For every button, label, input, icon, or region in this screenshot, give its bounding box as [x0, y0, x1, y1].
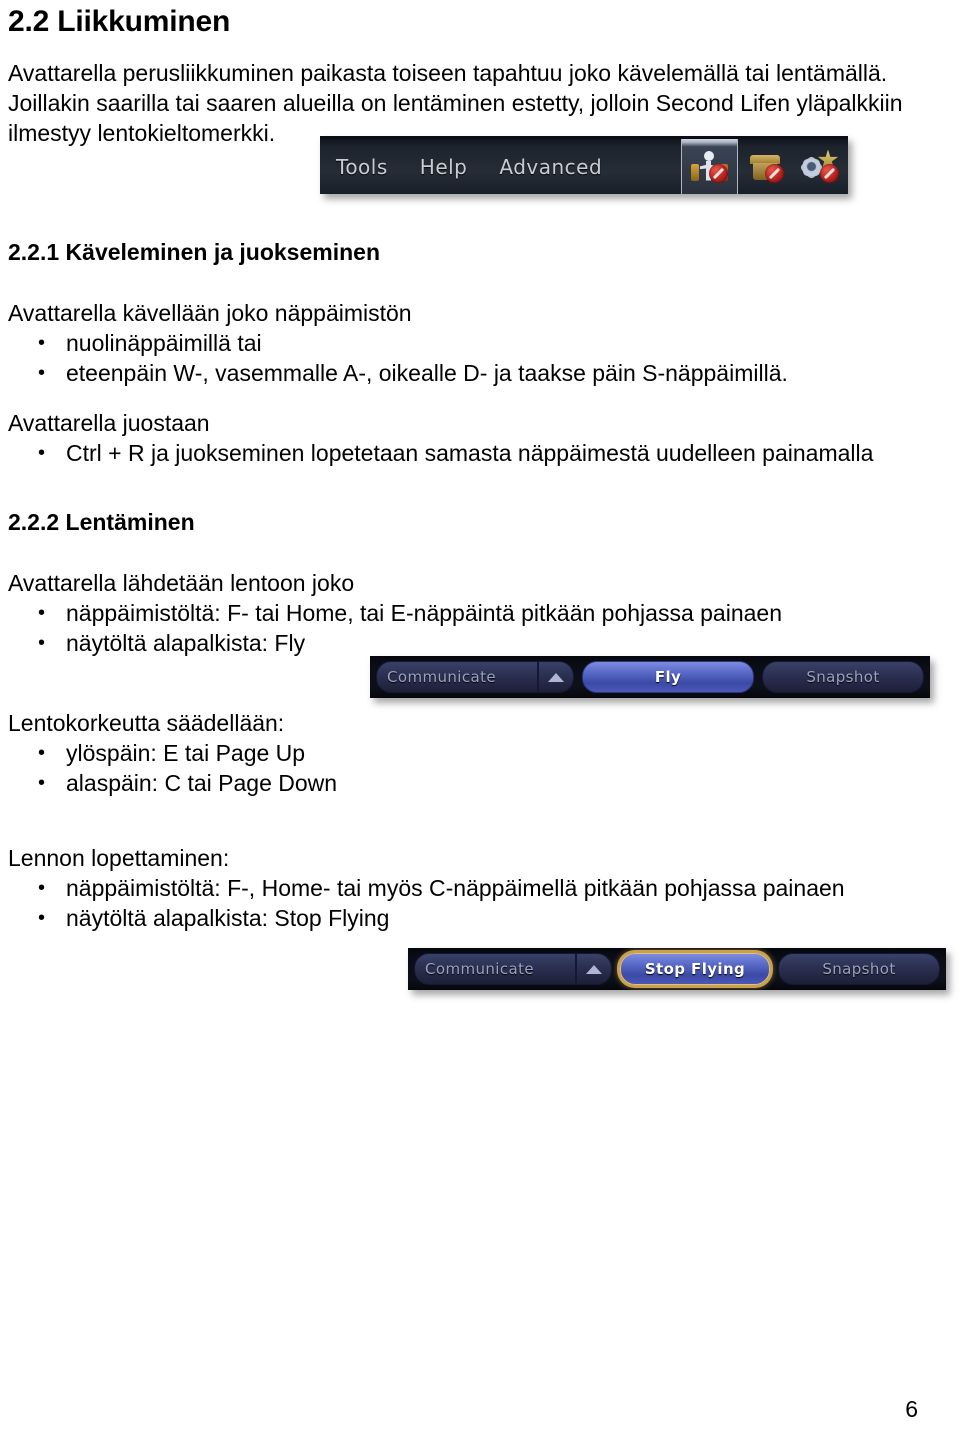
snapshot-button[interactable]: Snapshot — [778, 953, 940, 985]
list-item: • ylöspäin: E tai Page Up — [28, 738, 337, 768]
list-item: • eteenpäin W-, vasemmalle A-, oikealle … — [28, 358, 788, 388]
list-item-label: ylöspäin: E tai Page Up — [66, 740, 306, 766]
list-item: • näytöltä alapalkista: Fly — [28, 628, 782, 658]
flying-start-list: • näppäimistöltä: F- tai Home, tai E-näp… — [28, 598, 782, 658]
page-number: 6 — [905, 1396, 918, 1422]
list-item-label: eteenpäin W-, vasemmalle A-, oikealle D-… — [66, 360, 788, 386]
list-item-label: näytöltä alapalkista: Fly — [66, 630, 306, 656]
menu-item-tools[interactable]: Tools — [320, 155, 404, 179]
running-keys-list: • Ctrl + R ja juokseminen lopetetaan sam… — [28, 438, 873, 468]
list-item: • näppäimistöltä: F-, Home- tai myös C-n… — [28, 873, 845, 903]
altitude-lead-in: Lentokorkeutta säädellään: — [8, 710, 285, 736]
menu-item-help[interactable]: Help — [404, 155, 484, 179]
bullet-icon: • — [38, 742, 46, 764]
avatar-glyph — [690, 150, 730, 184]
screenshot-bottombar-fly: Communicate Fly Snapshot — [370, 656, 930, 698]
list-item-label: näppäimistöltä: F-, Home- tai myös C-näp… — [66, 875, 845, 901]
chevron-up-icon — [548, 672, 564, 682]
bullet-icon: • — [38, 442, 46, 464]
altitude-list: • ylöspäin: E tai Page Up • alaspäin: C … — [28, 738, 337, 798]
list-item: • alaspäin: C tai Page Down — [28, 768, 337, 798]
communicate-expand-arrow-icon[interactable] — [538, 661, 574, 693]
bullet-icon: • — [38, 362, 46, 384]
list-item-label: näytöltä alapalkista: Stop Flying — [66, 905, 390, 931]
stop-flying-list: • näppäimistöltä: F-, Home- tai myös C-n… — [28, 873, 845, 933]
communicate-expand-arrow-icon[interactable] — [576, 953, 612, 985]
list-item-label: Ctrl + R ja juokseminen lopetetaan samas… — [66, 440, 874, 466]
snapshot-button[interactable]: Snapshot — [762, 661, 924, 693]
communicate-button[interactable]: Communicate — [376, 661, 538, 693]
intro-paragraph: Avattarella perusliikkuminen paikasta to… — [8, 60, 903, 146]
walking-keys-list: • nuolinäppäimillä tai • eteenpäin W-, v… — [28, 328, 788, 388]
walking-lead-in: Avattarella kävellään joko näppäimistön — [8, 300, 412, 326]
bullet-icon: • — [38, 877, 46, 899]
screenshot-menubar: Tools Help Advanced — [320, 136, 848, 194]
bullet-icon: • — [38, 332, 46, 354]
box-glyph — [746, 150, 786, 184]
bullet-icon: • — [38, 632, 46, 654]
fly-button[interactable]: Fly — [582, 661, 754, 693]
flying-start-lead-in: Avattarella lähdetään lentoon joko — [8, 570, 355, 596]
communicate-button[interactable]: Communicate — [414, 953, 576, 985]
chevron-up-icon — [586, 964, 602, 974]
gear-star-glyph — [801, 149, 841, 184]
list-item: • nuolinäppäimillä tai — [28, 328, 788, 358]
screenshot-bottombar-stop-flying: Communicate Stop Flying Snapshot — [408, 948, 946, 990]
list-item: • Ctrl + R ja juokseminen lopetetaan sam… — [28, 438, 873, 468]
section-heading-walking: 2.2.1 Käveleminen ja juokseminen — [8, 239, 380, 265]
list-item-label: näppäimistöltä: F- tai Home, tai E-näppä… — [66, 600, 782, 626]
page-title: 2.2 Liikkuminen — [8, 5, 231, 38]
prohibited-badge-icon — [764, 163, 784, 183]
stop-flying-button[interactable]: Stop Flying — [620, 953, 770, 985]
bullet-icon: • — [38, 602, 46, 624]
no-script-icon[interactable] — [793, 139, 848, 194]
prohibited-badge-icon — [819, 163, 839, 183]
no-fly-icon[interactable] — [681, 139, 738, 194]
prohibited-badge-icon — [708, 163, 728, 183]
list-item: • näytöltä alapalkista: Stop Flying — [28, 903, 845, 933]
bullet-icon: • — [38, 772, 46, 794]
list-item-label: alaspäin: C tai Page Down — [66, 770, 338, 796]
running-lead-in: Avattarella juostaan — [8, 410, 210, 436]
list-item-label: nuolinäppäimillä tai — [66, 330, 262, 356]
section-heading-flying: 2.2.2 Lentäminen — [8, 509, 195, 535]
stop-flying-lead-in: Lennon lopettaminen: — [8, 845, 230, 871]
no-build-icon[interactable] — [738, 139, 793, 194]
document-page: 2.2 Liikkuminen Avattarella perusliikkum… — [0, 0, 960, 1445]
bullet-icon: • — [38, 907, 46, 929]
list-item: • näppäimistöltä: F- tai Home, tai E-näp… — [28, 598, 782, 628]
status-icon-group — [681, 139, 848, 194]
menu-item-advanced[interactable]: Advanced — [483, 155, 618, 179]
